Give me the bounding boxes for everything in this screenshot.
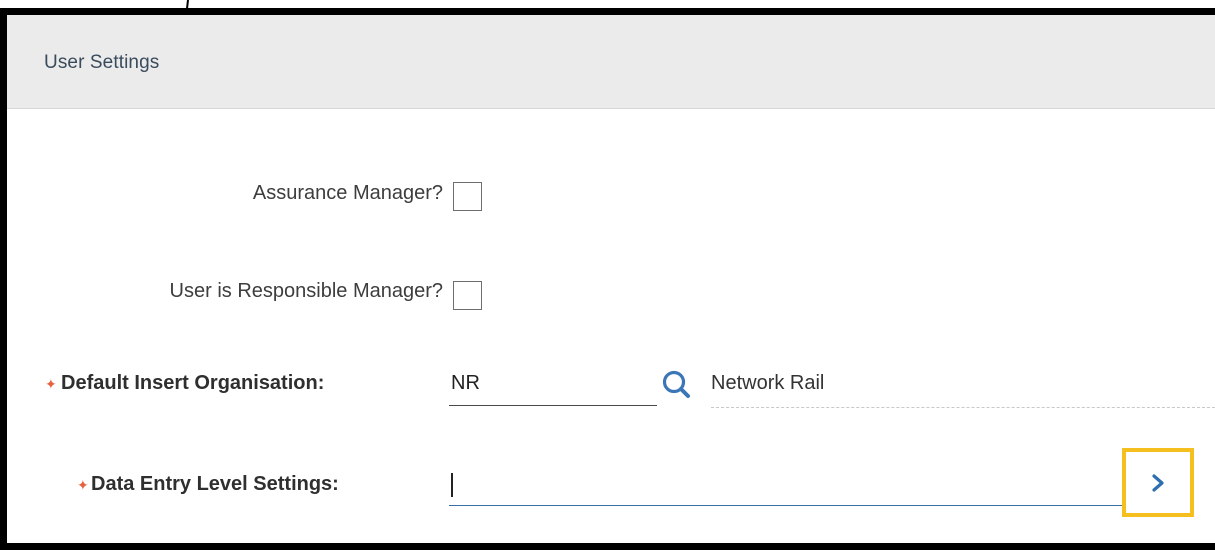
default-org-description: Network Rail (711, 372, 1215, 408)
assurance-manager-label: Assurance Manager? (252, 182, 443, 204)
default-org-input[interactable]: NR (449, 372, 657, 406)
section-header[interactable]: User Settings (7, 15, 1215, 109)
data-entry-level-input[interactable] (449, 470, 1122, 506)
data-entry-level-label: Data Entry Level Settings: (91, 473, 339, 495)
responsible-manager-checkbox[interactable] (453, 281, 482, 310)
responsible-manager-label: User is Responsible Manager? (169, 280, 443, 302)
chevron-right-icon (1152, 473, 1164, 492)
default-org-label: Default Insert Organisation: (61, 372, 325, 394)
required-marker: ✦ (77, 477, 89, 493)
section-title: User Settings (44, 52, 160, 73)
search-icon[interactable] (661, 369, 693, 401)
assurance-manager-checkbox[interactable] (453, 182, 482, 211)
text-caret (451, 473, 453, 497)
expand-button[interactable] (1122, 448, 1194, 517)
required-marker: ✦ (45, 376, 57, 392)
